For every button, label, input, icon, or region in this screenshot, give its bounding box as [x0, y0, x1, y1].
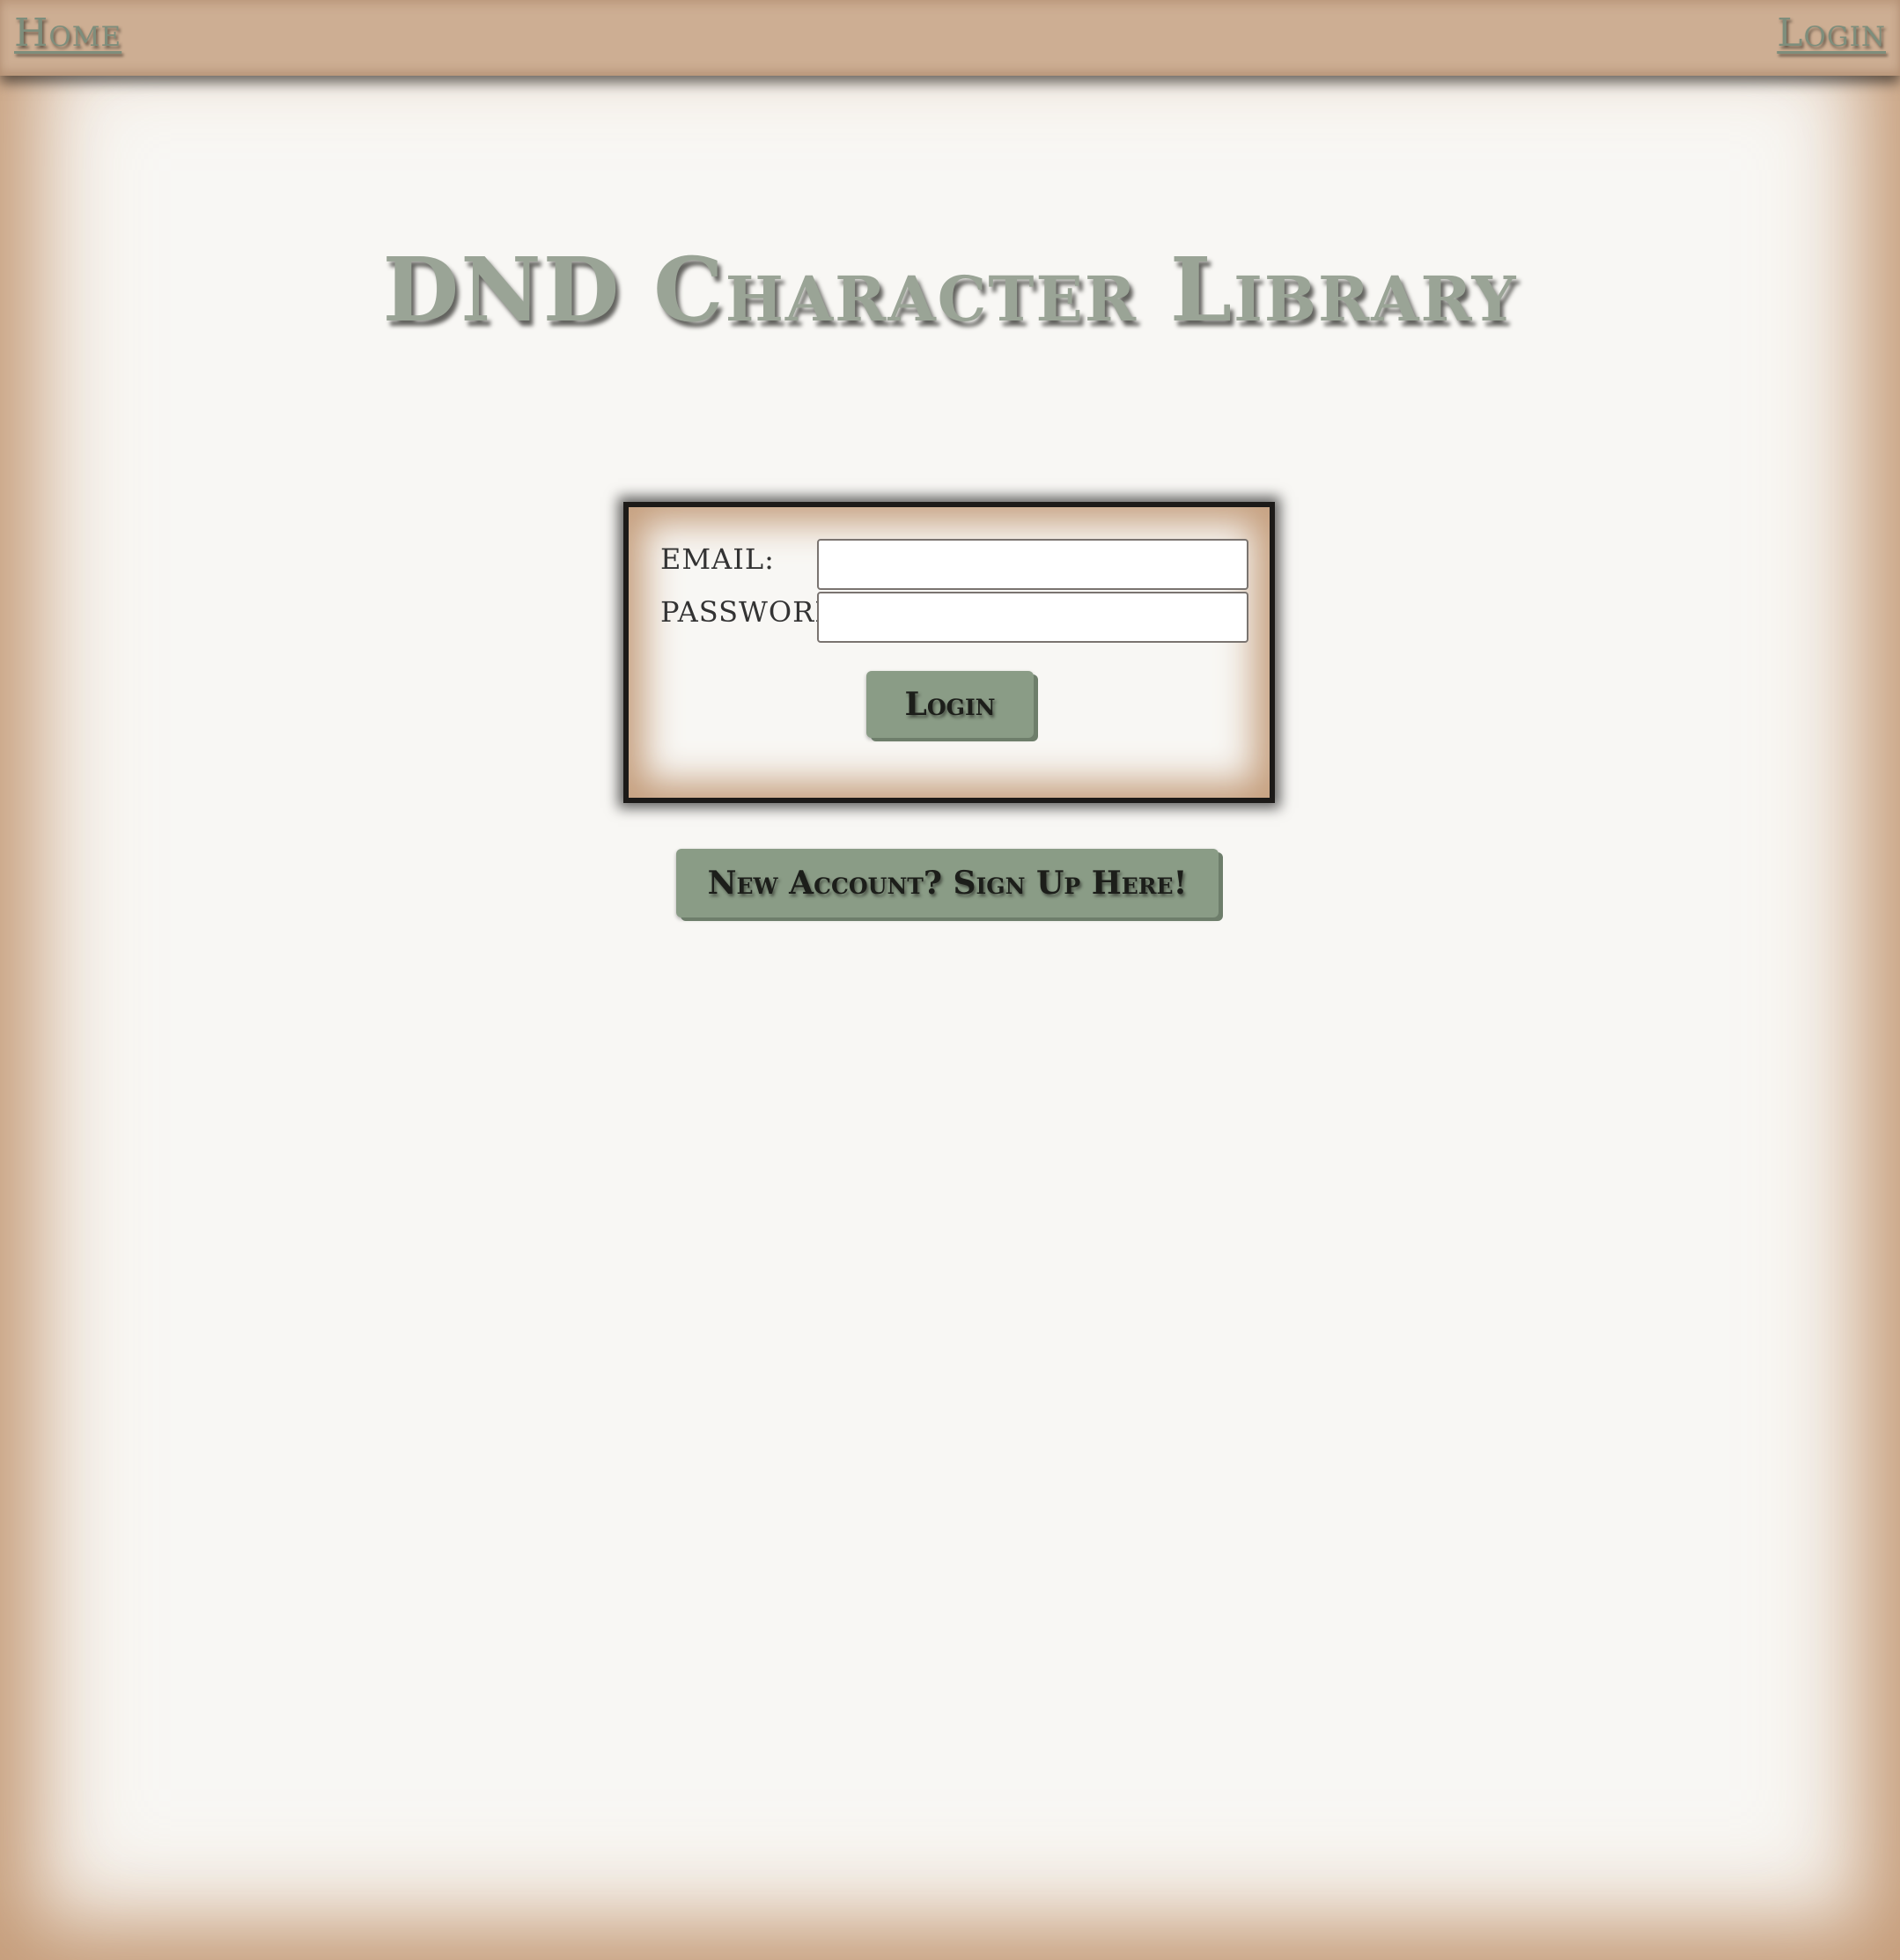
login-submit-button[interactable]: Login	[866, 671, 1034, 738]
top-navbar: Home Login	[0, 0, 1900, 76]
login-form: EMAIL: PASSWORD: Login	[623, 502, 1275, 803]
signup-button[interactable]: New Account? Sign Up Here!	[676, 849, 1219, 917]
page-title: DND Character Library	[382, 238, 1518, 342]
email-field[interactable]	[817, 539, 1248, 590]
password-field[interactable]	[817, 592, 1248, 643]
email-label: EMAIL:	[660, 542, 775, 576]
nav-login-link[interactable]: Login	[1777, 11, 1886, 55]
nav-home-link[interactable]: Home	[14, 11, 122, 55]
